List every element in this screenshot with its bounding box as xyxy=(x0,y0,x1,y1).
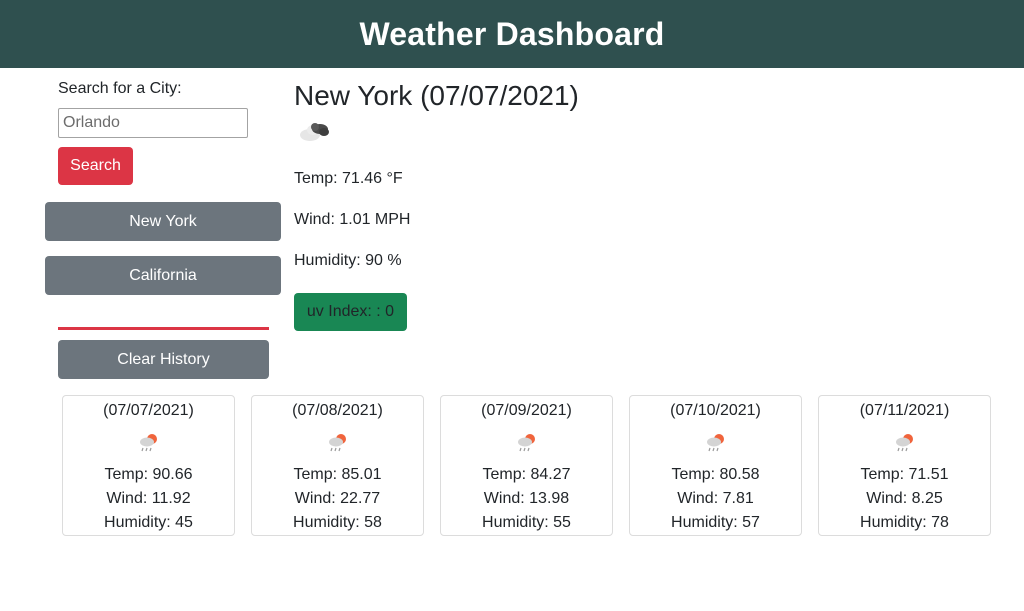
clear-history-button[interactable]: Clear History xyxy=(58,340,269,379)
cloudy-icon xyxy=(300,123,329,141)
forecast-temp: Temp: 90.66 xyxy=(104,466,193,483)
rain-sun-icon xyxy=(140,434,157,452)
forecast-humidity: Humidity: 78 xyxy=(860,514,949,531)
search-label: Search for a City: xyxy=(58,80,182,97)
current-city-title: New York (07/07/2021) xyxy=(294,80,579,111)
forecast-card: (07/07/2021) Temp: 90.66 Wind: 11.92 Hum… xyxy=(62,395,235,536)
forecast-humidity: Humidity: 45 xyxy=(104,514,193,531)
forecast-card: (07/10/2021) Temp: 80.58 Wind: 7.81 Humi… xyxy=(629,395,802,536)
header-bar: Weather Dashboard xyxy=(0,0,1024,68)
rain-sun-icon xyxy=(518,434,535,452)
forecast-temp: Temp: 85.01 xyxy=(293,466,382,483)
forecast-temp: Temp: 84.27 xyxy=(482,466,571,483)
forecast-humidity: Humidity: 58 xyxy=(293,514,382,531)
forecast-wind: Wind: 7.81 xyxy=(677,490,754,507)
forecast-humidity: Humidity: 57 xyxy=(671,514,760,531)
forecast-date: (07/11/2021) xyxy=(859,402,950,419)
current-wind: Wind: 1.01 MPH xyxy=(294,211,411,228)
forecast-temp: Temp: 71.51 xyxy=(860,466,949,483)
forecast-card: (07/09/2021) Temp: 84.27 Wind: 13.98 Hum… xyxy=(440,395,613,536)
forecast-wind: Wind: 11.92 xyxy=(106,490,191,507)
forecast-card: (07/11/2021) Temp: 71.51 Wind: 8.25 Humi… xyxy=(818,395,991,536)
history-button-california[interactable]: California xyxy=(45,256,281,295)
rain-sun-icon xyxy=(896,434,913,452)
rain-sun-icon xyxy=(707,434,724,452)
current-humidity: Humidity: 90 % xyxy=(294,252,402,269)
search-button[interactable]: Search xyxy=(58,147,133,185)
page-title: Weather Dashboard xyxy=(359,15,665,52)
forecast-humidity: Humidity: 55 xyxy=(482,514,571,531)
forecast-wind: Wind: 8.25 xyxy=(866,490,943,507)
forecast-date: (07/07/2021) xyxy=(103,402,194,419)
uv-index-badge: uv Index: : 0 xyxy=(294,293,407,331)
history-button-new-york[interactable]: New York xyxy=(45,202,281,241)
forecast-card: (07/08/2021) Temp: 85.01 Wind: 22.77 Hum… xyxy=(251,395,424,536)
forecast-temp: Temp: 80.58 xyxy=(671,466,760,483)
search-input[interactable] xyxy=(58,108,248,138)
rain-sun-icon xyxy=(329,434,346,452)
forecast-wind: Wind: 22.77 xyxy=(294,490,381,507)
forecast-date: (07/10/2021) xyxy=(670,402,761,419)
forecast-date: (07/08/2021) xyxy=(292,402,383,419)
forecast-date: (07/09/2021) xyxy=(481,402,572,419)
current-temp: Temp: 71.46 °F xyxy=(294,170,403,187)
forecast-wind: Wind: 13.98 xyxy=(483,490,570,507)
divider xyxy=(58,327,269,330)
